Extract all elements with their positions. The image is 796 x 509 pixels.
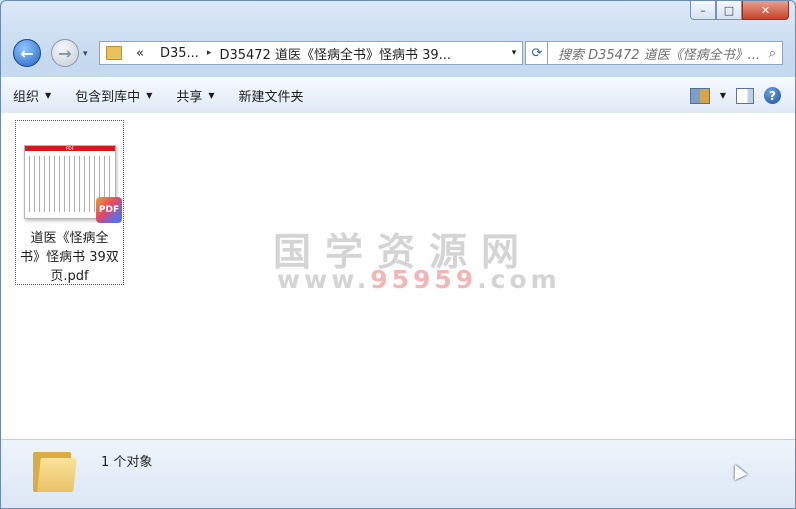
address-segment-current[interactable]: D35472 道医《怪病全书》怪病书 39... xyxy=(211,44,459,63)
file-name-line: 书》怪病书 39双 xyxy=(20,250,119,265)
new-folder-label: 新建文件夹 xyxy=(238,90,304,105)
organize-label: 组织 xyxy=(13,90,40,105)
watermark-url: www.95959.com xyxy=(277,265,561,294)
share-label: 共享 xyxy=(176,90,203,105)
watermark-url-suffix: .com xyxy=(477,265,561,294)
address-segment-parent[interactable]: D35... xyxy=(152,46,207,61)
caption-buttons: – □ ✕ xyxy=(690,1,789,20)
toolbar-right: ▼ ? xyxy=(689,87,795,104)
folder-front-shape xyxy=(37,458,77,492)
explorer-window: – □ ✕ ← → ▾ « D35... ▸ D35472 道医《怪病全书》怪病… xyxy=(0,0,796,509)
address-dropdown-icon[interactable]: ▾ xyxy=(506,48,522,58)
file-item[interactable]: PDF PDF 道医《怪病全 书》怪病书 39双 页.pdf xyxy=(15,120,124,285)
preview-pane-icon[interactable] xyxy=(736,87,754,104)
new-folder-button[interactable]: 新建文件夹 xyxy=(227,84,316,108)
chevron-down-icon: ▼ xyxy=(146,91,153,100)
maximize-button[interactable]: □ xyxy=(716,1,742,20)
close-button[interactable]: ✕ xyxy=(742,1,789,20)
file-list[interactable]: PDF PDF 道医《怪病全 书》怪病书 39双 页.pdf 国学资源网 www… xyxy=(1,113,795,439)
search-input[interactable]: 搜索 D35472 道医《怪病全书》... ⌕ xyxy=(547,41,783,65)
watermark-url-number: 95959 xyxy=(370,265,478,294)
watermark-url-prefix: www. xyxy=(277,265,371,294)
navigation-bar: ← → ▾ « D35... ▸ D35472 道医《怪病全书》怪病书 39..… xyxy=(11,39,785,69)
minimize-button[interactable]: – xyxy=(690,1,716,20)
file-name-line: 页.pdf xyxy=(50,269,89,284)
recent-pages-dropdown[interactable]: ▾ xyxy=(83,49,88,59)
mouse-cursor-icon xyxy=(728,461,748,481)
refresh-button[interactable]: ⟳ xyxy=(525,41,549,65)
file-name: 道医《怪病全 书》怪病书 39双 页.pdf xyxy=(16,229,123,286)
folder-icon xyxy=(106,46,122,60)
forward-button[interactable]: → xyxy=(51,39,79,67)
view-options-dropdown[interactable]: ▼ xyxy=(720,91,726,100)
back-button[interactable]: ← xyxy=(13,39,41,67)
search-icon[interactable]: ⌕ xyxy=(769,46,776,61)
item-count: 1 个对象 xyxy=(101,455,153,470)
share-button[interactable]: 共享 ▼ xyxy=(164,84,226,108)
thumbnail-header: PDF xyxy=(25,146,115,151)
search-placeholder: 搜索 D35472 道医《怪病全书》... xyxy=(558,47,761,63)
chevron-down-icon: ▼ xyxy=(208,91,215,100)
chevron-down-icon: ▼ xyxy=(45,91,52,100)
help-icon[interactable]: ? xyxy=(764,87,781,104)
change-view-icon[interactable] xyxy=(689,87,710,104)
include-library-label: 包含到库中 xyxy=(75,90,141,105)
organize-button[interactable]: 组织 ▼ xyxy=(1,84,63,108)
address-bar[interactable]: « D35... ▸ D35472 道医《怪病全书》怪病书 39... ▾ xyxy=(99,41,523,65)
file-name-line: 道医《怪病全 xyxy=(30,231,109,246)
address-overflow[interactable]: « xyxy=(128,46,152,61)
pdf-icon: PDF xyxy=(96,197,122,223)
details-pane: 1 个对象 xyxy=(1,439,795,508)
folder-large-icon xyxy=(33,448,77,492)
include-in-library-button[interactable]: 包含到库中 ▼ xyxy=(63,84,164,108)
command-bar: 组织 ▼ 包含到库中 ▼ 共享 ▼ 新建文件夹 ▼ ? xyxy=(1,77,795,114)
